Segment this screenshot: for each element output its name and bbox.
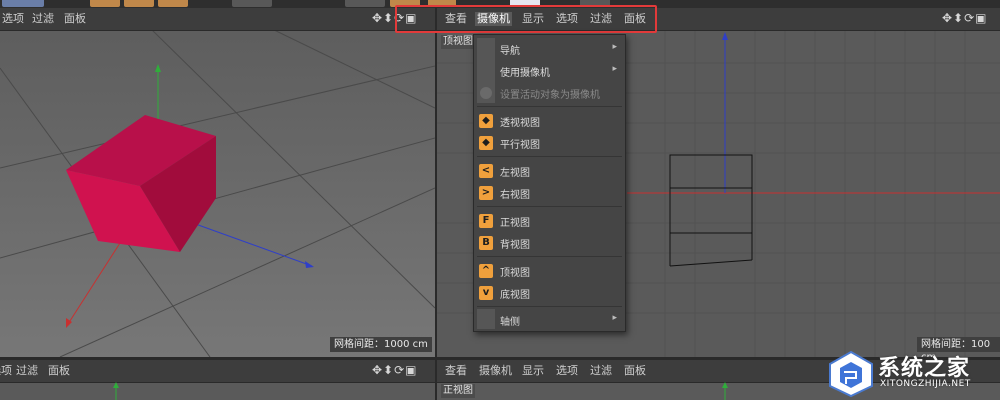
menu-options[interactable]: 选项 (0, 364, 14, 378)
menu-view[interactable]: 查看 (443, 364, 469, 378)
menu-item-right-view[interactable]: > 右视图 (474, 183, 625, 204)
toolbar-button[interactable] (345, 0, 385, 7)
cube-icon: ◆ (479, 114, 493, 128)
menubar-highlight-box (395, 5, 657, 33)
menu-item-back-view[interactable]: B 背视图 (474, 233, 625, 254)
viewport-nav-icons[interactable]: ✥⬍⟳▣ (942, 11, 988, 27)
menu-item-navigation[interactable]: 导航 ▸ (474, 39, 625, 60)
left-arrow-icon: < (479, 164, 493, 178)
right-arrow-icon: > (479, 186, 493, 200)
menu-display[interactable]: 显示 (520, 364, 546, 378)
menu-item-top-view[interactable]: ^ 顶视图 (474, 261, 625, 282)
perspective-menubar: 选项 过滤 面板 ✥⬍⟳▣ (0, 8, 435, 31)
up-arrow-icon: ^ (479, 264, 493, 278)
menu-item-left-view[interactable]: < 左视图 (474, 161, 625, 182)
menu-item-perspective-view[interactable]: ◆ 透视视图 (474, 111, 625, 132)
watermark-name: 系统之家 (878, 356, 971, 381)
bottom-left-menubar: 选项 过滤 面板 ✥⬍⟳▣ (0, 360, 435, 383)
menu-item-bottom-view[interactable]: v 底视图 (474, 283, 625, 304)
toolbar-button[interactable] (2, 0, 44, 7)
viewport-nav-icons[interactable]: ✥⬍⟳▣ (372, 363, 418, 379)
menu-item-front-view[interactable]: F 正视图 (474, 211, 625, 232)
cube-icon: ◆ (479, 136, 493, 150)
front-view-icon: F (479, 214, 493, 228)
toolbar-button[interactable] (124, 0, 154, 7)
submenu-arrow-icon: ▸ (612, 64, 617, 74)
watermark-logo-icon (829, 350, 873, 398)
menu-filter[interactable]: 过滤 (14, 364, 40, 378)
menu-filter[interactable]: 过滤 (30, 12, 56, 26)
down-arrow-icon: v (479, 286, 493, 300)
toolbar-button[interactable] (90, 0, 120, 7)
wire-cube (669, 154, 753, 267)
view-name-label: 顶视图 (441, 35, 475, 49)
toolbar-button[interactable] (158, 0, 188, 7)
menu-options[interactable]: 选项 (554, 364, 580, 378)
submenu-arrow-icon: ▸ (612, 42, 617, 52)
watermark-url: XITONGZHIJIA.NET (880, 379, 971, 389)
camera-icon (480, 87, 492, 99)
menu-panel[interactable]: 面板 (46, 364, 72, 378)
camera-dropdown-menu: 导航 ▸ 使用摄像机 ▸ 设置活动对象为摄像机 ◆ 透视视图 ◆ 平行视图 < … (473, 34, 626, 332)
menu-camera[interactable]: 摄像机 (477, 364, 514, 378)
watermark: 系统之家 XITONGZHIJIA.NET (826, 346, 998, 400)
menu-item-use-camera[interactable]: 使用摄像机 ▸ (474, 61, 625, 82)
menu-panel[interactable]: 面板 (62, 12, 88, 26)
perspective-scene (0, 8, 435, 357)
viewport-divider[interactable] (435, 8, 437, 400)
submenu-arrow-icon: ▸ (612, 313, 617, 323)
menu-item-axonometric[interactable]: 轴侧 ▸ (474, 310, 625, 331)
back-view-icon: B (479, 236, 493, 250)
menu-item-set-active-as-camera[interactable]: 设置活动对象为摄像机 (474, 83, 625, 104)
grid-spacing-label: 网格间距：1000 cm (330, 337, 432, 352)
menu-item-parallel-view[interactable]: ◆ 平行视图 (474, 133, 625, 154)
perspective-viewport[interactable]: 选项 过滤 面板 ✥⬍⟳▣ 网格间距：1000 cm (0, 8, 435, 357)
toolbar-button[interactable] (232, 0, 272, 7)
menu-panel[interactable]: 面板 (622, 364, 648, 378)
menu-filter[interactable]: 过滤 (588, 364, 614, 378)
menu-options[interactable]: 选项 (0, 12, 26, 26)
bottom-left-viewport[interactable]: 选项 过滤 面板 ✥⬍⟳▣ (0, 360, 435, 400)
